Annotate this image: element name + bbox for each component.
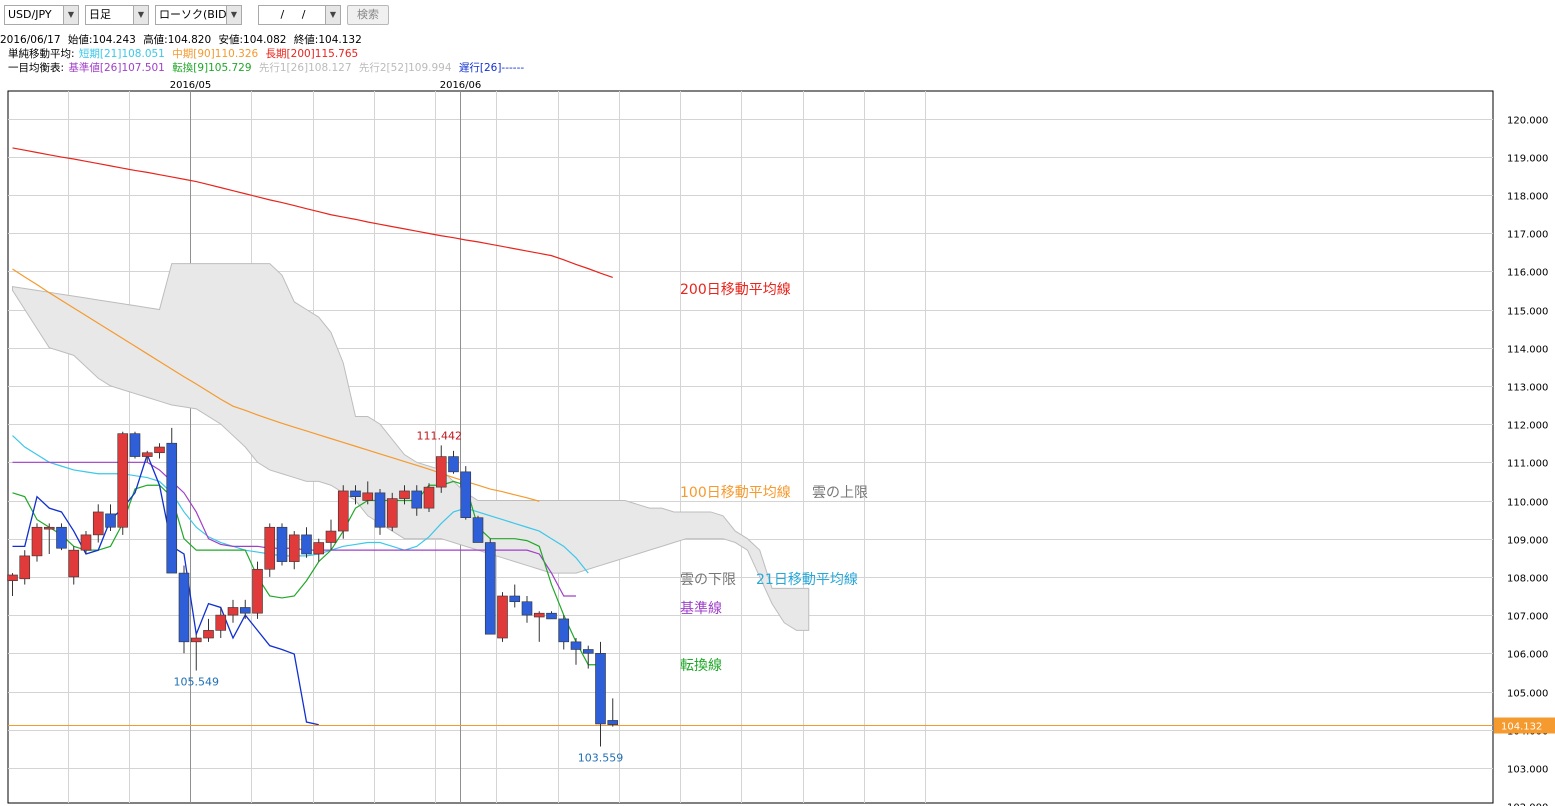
series-label: 雲の上限 [812,485,868,501]
candle-body [460,471,472,518]
y-tick-label: 113.000 [1507,383,1548,394]
candle-body [276,526,288,562]
y-tick-label: 116.000 [1507,268,1548,279]
candle-body [423,486,435,509]
candle-body [337,490,349,532]
low-annotation: 103.559 [578,752,624,765]
candle-body [105,513,116,528]
y-tick-label: 119.000 [1507,154,1548,165]
candle-body [68,549,80,578]
candle-body [558,618,570,643]
candle-body [252,568,263,614]
y-tick-label: 110.000 [1507,498,1548,509]
candle-body [264,526,276,570]
series-label: 転換線 [680,658,722,674]
high-annotation: 111.442 [417,429,463,442]
price-chart[interactable]: 120.000 119.000 118.000 117.000 116.000 115.0… [0,0,1555,806]
candle-body [607,720,619,725]
candle-body [399,490,410,499]
candle-body [595,652,606,725]
candle-body [521,601,533,616]
candle-body [43,526,55,530]
candle-body [227,607,239,616]
y-tick-label: 107.000 [1507,612,1548,623]
series-label: 雲の下限 [680,572,736,588]
candle-body [325,530,337,543]
y-tick-label: 112.000 [1507,421,1548,432]
candle-body [313,542,325,555]
candle-body [80,534,92,551]
y-tick-label: 103.000 [1507,765,1548,776]
candle-body [570,641,582,650]
series-label: 基準線 [680,600,722,617]
candle-body [411,490,423,509]
candle-body [141,452,153,457]
candle-body [497,595,508,639]
candle-body [178,572,190,643]
candle-body [301,534,312,555]
candle-body [288,534,300,562]
candle-body [435,456,447,488]
y-tick-label: 118.000 [1507,192,1548,203]
candle-body [374,492,386,528]
series-label: 200日移動平均線 [680,282,791,298]
candle-body [190,637,202,643]
plot-area [7,90,1494,804]
y-tick-label: 120.000 [1507,116,1548,127]
candle-body [448,456,459,473]
candle-body [362,492,374,501]
candle-body [31,526,43,557]
candle-body [546,612,557,620]
y-tick-label: 105.000 [1507,689,1548,700]
candle-body [154,446,165,454]
candle-body [166,442,178,574]
y-tick-label: 109.000 [1507,536,1548,547]
x-tick-label: 2016/05 [170,80,212,91]
y-tick-label: 114.000 [1507,345,1548,356]
candle-body [533,612,545,618]
current-price-label: 104.132 [1501,722,1542,733]
candle-body [484,542,496,635]
candle-body [582,649,594,654]
candle-body [239,607,251,614]
candle-body [215,614,227,631]
low-annotation: 105.549 [174,676,220,689]
candle-body [129,433,141,457]
candle-body [386,498,398,528]
series-label: 100日移動平均線 [680,485,791,501]
y-tick-label: 102.000 [1507,803,1548,806]
series-label: 21日移動平均線 [756,572,858,588]
candle-body [56,526,67,549]
y-tick-label: 117.000 [1507,230,1548,241]
y-tick-label: 108.000 [1507,574,1548,585]
candle-body [7,574,18,582]
candle-body [117,433,129,528]
candle-body [509,595,521,603]
x-tick-label: 2016/06 [440,80,482,91]
y-tick-label: 111.000 [1507,459,1548,470]
y-tick-label: 106.000 [1507,650,1548,661]
candle-body [472,517,484,543]
candle-body [350,490,361,497]
y-tick-label: 115.000 [1507,307,1548,318]
candle-body [92,511,104,536]
candle-body [203,630,214,639]
candle-body [19,555,31,580]
